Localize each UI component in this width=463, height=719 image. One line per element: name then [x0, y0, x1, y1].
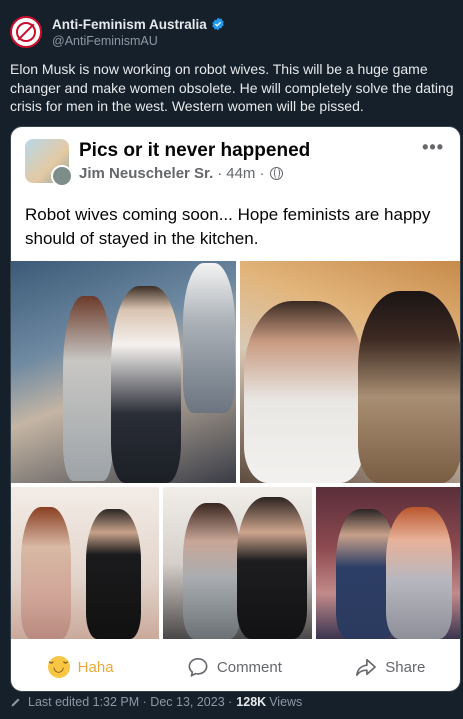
handle[interactable]: @AntiFeminismAU	[52, 34, 225, 48]
anti-symbol-icon	[16, 22, 36, 42]
poster-row: Jim Neuscheler Sr. · 44m ·	[79, 165, 310, 182]
poster-name: Jim Neuscheler Sr.	[79, 165, 214, 182]
embedded-image-card[interactable]: Pics or it never happened Jim Neuscheler…	[10, 126, 461, 692]
separator: ·	[259, 165, 265, 182]
comment-label: Comment	[216, 658, 282, 676]
comment-icon	[188, 657, 208, 677]
display-name[interactable]: Anti-Feminism Australia	[52, 17, 207, 32]
fb-post-header: Pics or it never happened Jim Neuscheler…	[25, 139, 310, 187]
avatar[interactable]	[10, 16, 42, 48]
fb-action-bar: ˘◡˘ Haha Comment Share	[11, 645, 460, 689]
edit-timestamp[interactable]: Last edited 1:32 PM · Dec 13, 2023 ·	[28, 695, 232, 709]
photo-2	[240, 261, 460, 483]
fb-post-text: Robot wives coming soon... Hope feminist…	[25, 205, 431, 248]
tweet-text: Elon Musk is now working on robot wives.…	[10, 61, 454, 114]
photo-4	[163, 487, 312, 639]
photo-grid	[11, 261, 460, 639]
share-button[interactable]: Share	[355, 657, 425, 677]
group-name: Pics or it never happened	[79, 140, 311, 161]
photo-1	[11, 261, 236, 483]
haha-label: Haha	[77, 658, 114, 676]
post-time: 44m	[226, 165, 256, 182]
views-count: 128K	[236, 695, 267, 709]
pencil-icon	[11, 698, 20, 707]
haha-reaction-button[interactable]: ˘◡˘ Haha	[47, 656, 114, 678]
views-label: Views	[269, 695, 303, 709]
share-label: Share	[385, 658, 426, 676]
photo-3	[11, 487, 159, 639]
share-icon	[356, 658, 377, 676]
separator: ·	[217, 165, 223, 182]
poster-avatar	[51, 165, 73, 187]
group-avatar	[25, 139, 73, 187]
tweet-header: Anti-Feminism Australia @AntiFeminismAU	[10, 12, 225, 52]
comment-button[interactable]: Comment	[187, 657, 282, 677]
haha-emoji-icon: ˘◡˘	[47, 656, 70, 678]
name-row: Anti-Feminism Australia	[52, 17, 225, 32]
more-options-icon: •••	[422, 137, 444, 157]
tweet-footer: Last edited 1:32 PM · Dec 13, 2023 · 128…	[10, 695, 302, 709]
photo-5	[316, 487, 460, 639]
verified-badge-icon	[212, 17, 224, 31]
account-names: Anti-Feminism Australia @AntiFeminismAU	[52, 17, 225, 48]
globe-icon	[270, 167, 284, 180]
fb-names: Pics or it never happened Jim Neuscheler…	[79, 140, 310, 182]
